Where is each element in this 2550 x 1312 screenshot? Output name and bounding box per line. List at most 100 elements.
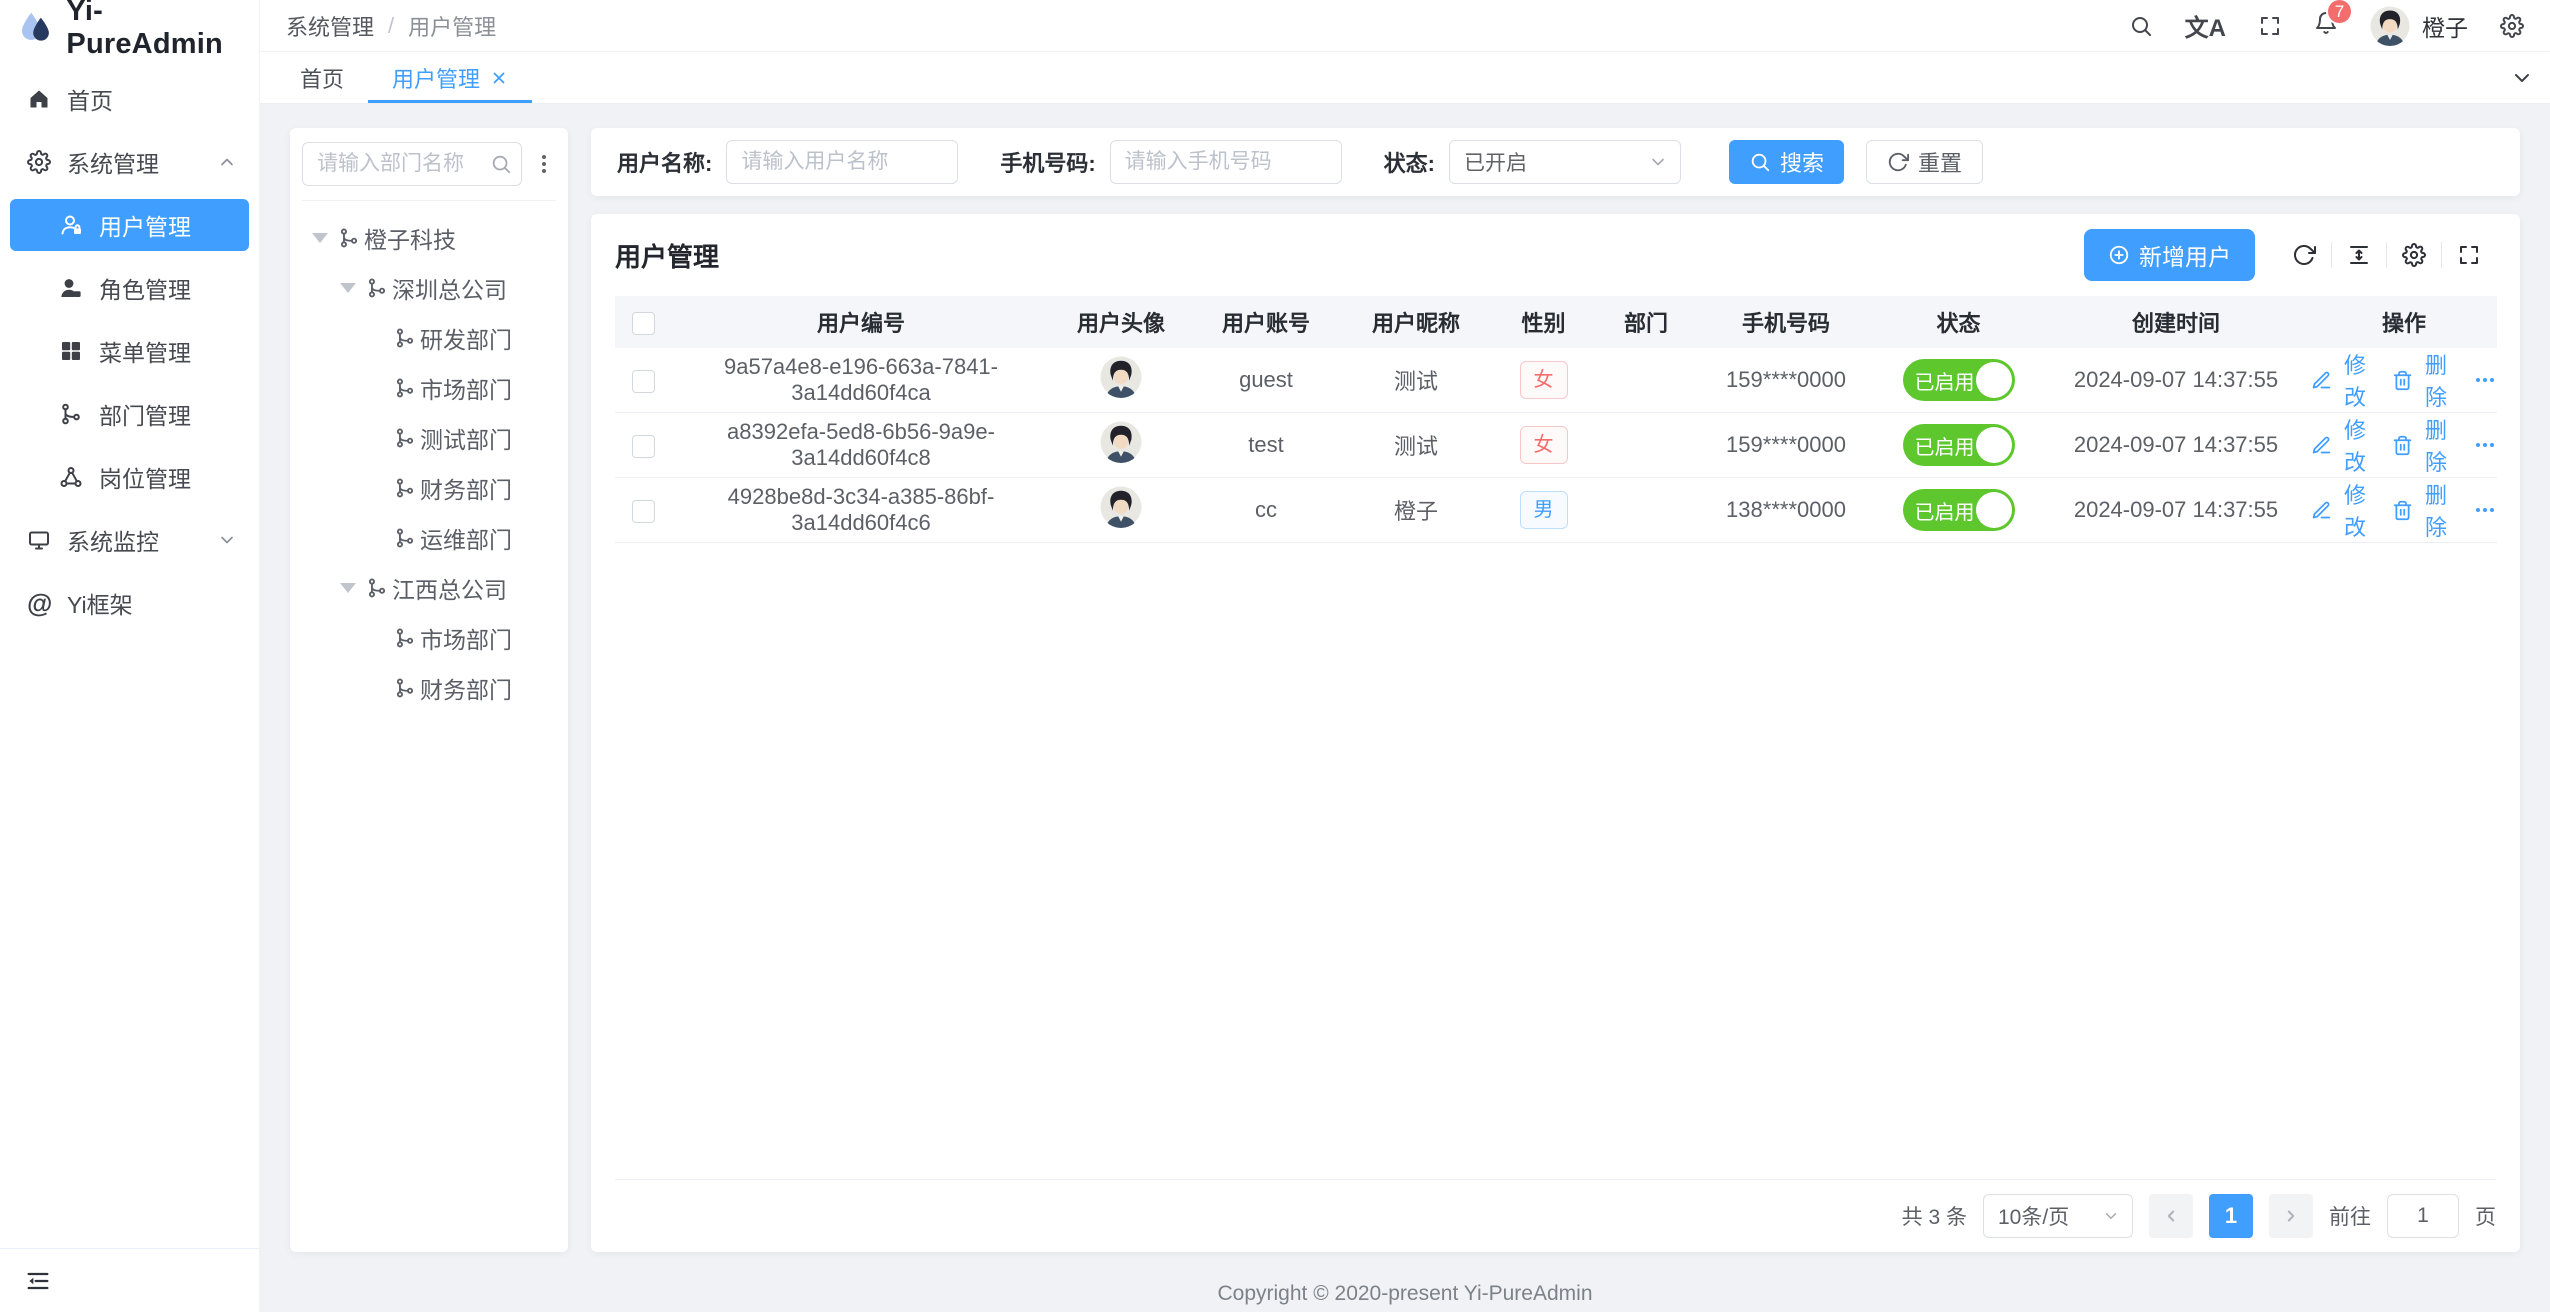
tab-menu-button[interactable] (2494, 52, 2550, 103)
copyright-text: Copyright © 2020-present Yi-PureAdmin (1218, 1282, 1593, 1306)
fullscreen-icon[interactable] (2457, 243, 2481, 267)
user-menu[interactable]: 橙子 (2370, 6, 2468, 46)
tree-node[interactable]: 江西总公司 (302, 563, 556, 613)
sidebar-group-monitor[interactable]: 系统监控 (0, 514, 259, 566)
department-search (302, 142, 522, 186)
tree-node[interactable]: 深圳总公司 (302, 263, 556, 313)
delete-button[interactable]: 删除 (2392, 348, 2453, 412)
tree-node[interactable]: 运维部门 (302, 513, 556, 563)
caret-down-icon[interactable] (312, 233, 328, 243)
chevron-down-icon (1648, 152, 1668, 172)
more-actions-icon[interactable] (2473, 498, 2497, 522)
tab-users[interactable]: 用户管理 (368, 52, 532, 103)
sidebar-item-home[interactable]: 首页 (0, 73, 259, 125)
select-all-checkbox[interactable] (632, 312, 655, 335)
delete-button[interactable]: 删除 (2392, 413, 2453, 477)
edit-button[interactable]: 修改 (2311, 413, 2372, 477)
tree-node[interactable]: 测试部门 (302, 413, 556, 463)
row-checkbox[interactable] (632, 435, 655, 458)
gear-icon[interactable] (2500, 14, 2524, 38)
breadcrumb-item-current: 用户管理 (408, 10, 496, 42)
sidebar-menu: 首页 系统管理 用户管理 角色管理 菜单管理 部门管理 岗位管理 (0, 56, 259, 629)
user-dept (1596, 348, 1696, 413)
pagination-total: 共 3 条 (1902, 1201, 1967, 1231)
row-checkbox[interactable] (632, 500, 655, 523)
add-user-button[interactable]: 新增用户 (2084, 229, 2255, 281)
delete-button[interactable]: 删除 (2392, 478, 2453, 542)
app-title: Yi-PureAdmin (66, 0, 243, 61)
tree-node[interactable]: 市场部门 (302, 363, 556, 413)
user-nickname: 测试 (1341, 348, 1491, 413)
phone-filter-input[interactable] (1110, 140, 1342, 184)
status-toggle[interactable]: 已启用 (1903, 424, 2015, 466)
translate-icon[interactable]: 文A (2185, 8, 2226, 43)
tab-home[interactable]: 首页 (276, 52, 368, 103)
edit-button[interactable]: 修改 (2311, 478, 2372, 542)
status-toggle-label: 已启用 (1915, 496, 1975, 525)
search-button[interactable]: 搜索 (1729, 140, 1844, 184)
caret-down-icon[interactable] (340, 283, 356, 293)
search-icon (1749, 151, 1771, 173)
tree-node-label: 测试部门 (420, 421, 512, 455)
toolbar-divider (2386, 242, 2387, 268)
notifications-button[interactable]: 7 (2314, 11, 2338, 40)
chevron-down-icon (217, 530, 237, 550)
search-icon[interactable] (2129, 14, 2153, 38)
table-toolbar: 用户管理 新增用户 (615, 214, 2496, 296)
status-filter-value: 已开启 (1464, 147, 1527, 177)
topbar: 系统管理 / 用户管理 文A 7 橙子 (260, 0, 2550, 52)
sidebar-group-system[interactable]: 系统管理 (0, 136, 259, 188)
tree-node[interactable]: 橙子科技 (302, 213, 556, 263)
chevron-up-icon (217, 152, 237, 172)
more-actions-icon[interactable] (2473, 368, 2497, 392)
tree-node-label: 深圳总公司 (392, 271, 507, 305)
sidebar-item-departments[interactable]: 部门管理 (10, 388, 249, 440)
close-icon[interactable] (490, 69, 508, 87)
sidebar-item-framework[interactable]: @ Yi框架 (0, 577, 259, 629)
tree-node[interactable]: 市场部门 (302, 613, 556, 663)
sidebar-item-posts[interactable]: 岗位管理 (10, 451, 249, 503)
user-lock-icon (59, 213, 83, 237)
sidebar-item-label: 部门管理 (99, 397, 191, 431)
more-options-icon[interactable] (532, 152, 556, 176)
tree-node[interactable]: 研发部门 (302, 313, 556, 363)
column-header: 状态 (1876, 296, 2041, 348)
tree-node-label: 橙子科技 (364, 221, 456, 255)
tree-node[interactable]: 财务部门 (302, 463, 556, 513)
refresh-icon[interactable] (2292, 243, 2316, 267)
department-search-input[interactable] (302, 142, 522, 186)
row-density-icon[interactable] (2347, 243, 2371, 267)
page-number-button[interactable]: 1 (2209, 1194, 2253, 1238)
gear-icon (27, 150, 51, 174)
avatar (2370, 6, 2410, 46)
tree-node[interactable]: 财务部门 (302, 663, 556, 713)
more-actions-icon[interactable] (2473, 433, 2497, 457)
department-icon (394, 377, 416, 399)
next-page-button[interactable] (2269, 1194, 2313, 1238)
column-header: 性别 (1491, 296, 1596, 348)
status-toggle[interactable]: 已启用 (1903, 489, 2015, 531)
collapse-sidebar-icon[interactable] (24, 1267, 52, 1295)
goto-page-input[interactable] (2387, 1194, 2459, 1238)
sidebar-item-menus[interactable]: 菜单管理 (10, 325, 249, 377)
status-filter-select[interactable]: 已开启 (1449, 140, 1681, 184)
tree-node-label: 财务部门 (420, 471, 512, 505)
breadcrumb-item[interactable]: 系统管理 (286, 10, 374, 42)
avatar (1100, 356, 1142, 398)
column-settings-icon[interactable] (2402, 243, 2426, 267)
fullscreen-icon[interactable] (2258, 14, 2282, 38)
chevron-right-icon (2282, 1207, 2300, 1225)
row-checkbox[interactable] (632, 370, 655, 393)
sidebar-item-users[interactable]: 用户管理 (10, 199, 249, 251)
sidebar-item-roles[interactable]: 角色管理 (10, 262, 249, 314)
page-size-select[interactable]: 10条/页 (1983, 1194, 2133, 1238)
app-logo[interactable]: Yi-PureAdmin (0, 0, 259, 56)
reset-button[interactable]: 重置 (1866, 140, 1983, 184)
prev-page-button[interactable] (2149, 1194, 2193, 1238)
username-filter-input[interactable] (726, 140, 958, 184)
status-toggle[interactable]: 已启用 (1903, 359, 2015, 401)
share-nodes-icon (59, 465, 83, 489)
edit-button[interactable]: 修改 (2311, 348, 2372, 412)
pencil-icon (2311, 370, 2332, 391)
caret-down-icon[interactable] (340, 583, 356, 593)
